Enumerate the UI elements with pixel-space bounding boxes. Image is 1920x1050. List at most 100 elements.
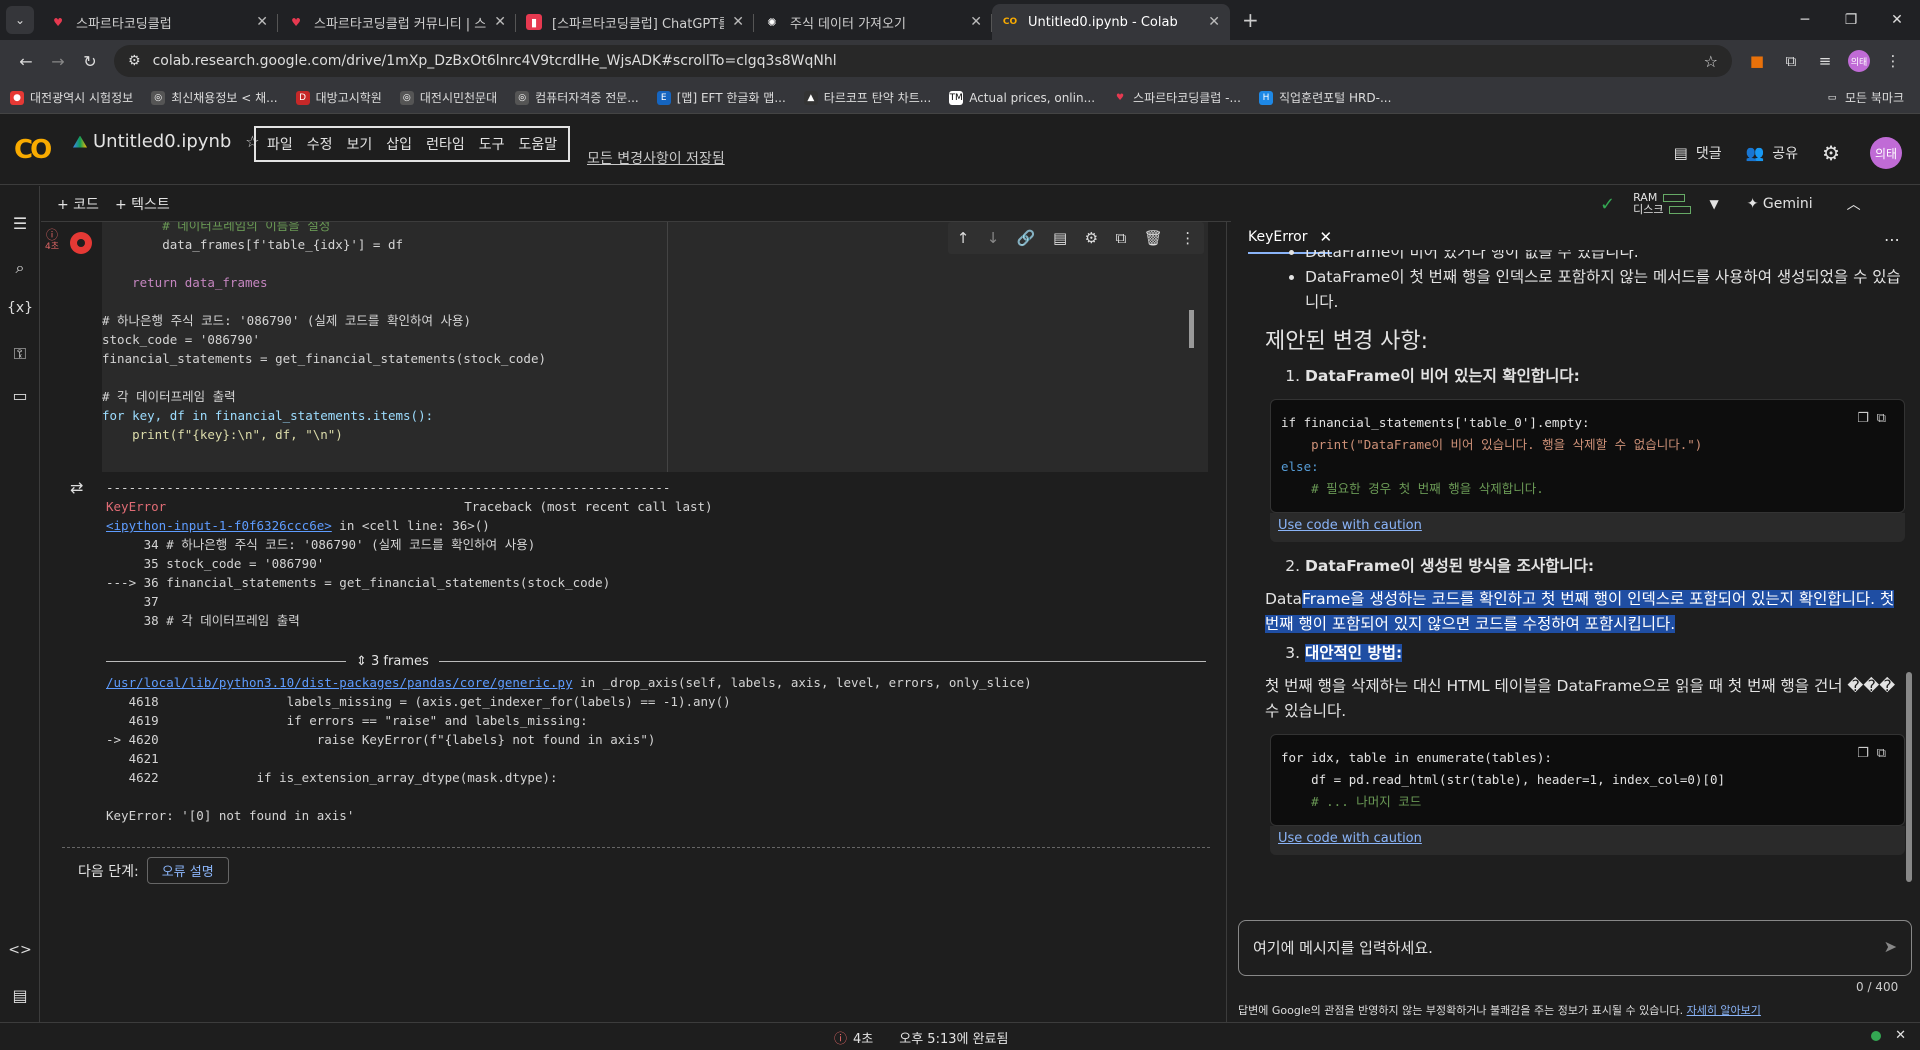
browser-tab-4[interactable]: ✺ 주식 데이터 가져오기 ✕: [754, 4, 992, 40]
comment-button[interactable]: ▤ 댓글: [1674, 143, 1722, 163]
menu-view[interactable]: 보기: [347, 134, 373, 154]
close-tab-icon[interactable]: ✕: [256, 14, 268, 30]
bookmark-item[interactable]: ● 대전광역시 시험정보: [10, 89, 133, 106]
disclaimer: 답변에 Google의 관점을 반영하지 않는 부정확하거나 불쾌감을 주는 정…: [1238, 1004, 1761, 1017]
site-info-icon[interactable]: ⚙: [128, 53, 141, 69]
bookmark-item[interactable]: ◎ 최신채용정보 < 채...: [151, 89, 278, 106]
close-window-icon[interactable]: ✕: [1874, 12, 1920, 28]
gear-icon[interactable]: ⚙: [1085, 229, 1098, 247]
reload-icon[interactable]: ↻: [74, 52, 106, 71]
bookmark-item[interactable]: ▲ 타르코프 탄약 차트...: [803, 89, 931, 106]
menu-help[interactable]: 도움말: [518, 134, 557, 154]
notebook-title[interactable]: Untitled0.ipynb ☆: [73, 131, 260, 152]
run-cell-button[interactable]: [70, 232, 92, 254]
close-tab-icon[interactable]: ✕: [494, 14, 506, 30]
extension-icon[interactable]: ■: [1740, 52, 1774, 70]
explain-error-button[interactable]: 오류 설명: [146, 857, 229, 884]
bookmark-item[interactable]: TM Actual prices, onlin...: [949, 90, 1095, 105]
chevron-up-icon[interactable]: ︿: [1847, 194, 1861, 214]
bookmark-item[interactable]: E [맵] EFT 한글화 맵...: [656, 89, 786, 106]
move-down-icon[interactable]: ↓: [987, 229, 1000, 247]
chevron-down-icon[interactable]: ▼: [1709, 197, 1718, 211]
execution-status[interactable]: ⓘ 4초 오후 5:13에 완료됨: [834, 1028, 1008, 1047]
bookmark-item[interactable]: ◎ 컴퓨터자격증 전문...: [515, 89, 639, 106]
add-text-button[interactable]: + 텍스트: [115, 194, 170, 214]
search-icon[interactable]: ⌕: [0, 258, 40, 278]
extensions-puzzle-icon[interactable]: ⧉: [1774, 52, 1808, 70]
resource-monitor[interactable]: RAM 디스크: [1633, 192, 1692, 216]
colab-logo[interactable]: CO: [14, 135, 52, 165]
save-status[interactable]: 모든 변경사항이 저장됨: [587, 148, 725, 168]
file-link[interactable]: /usr/local/lib/python3.10/dist-packages/…: [106, 675, 573, 690]
back-icon[interactable]: ←: [10, 52, 42, 71]
bookmark-item[interactable]: D 대방고시학원: [295, 89, 382, 106]
code-snippets-icon[interactable]: <>: [0, 942, 40, 958]
user-avatar[interactable]: 의태: [1870, 137, 1902, 169]
browser-tab-1[interactable]: ♥ 스파르타코딩클럽 ✕: [40, 4, 278, 40]
message-input[interactable]: 여기에 메시지를 입력하세요. ➤: [1238, 920, 1912, 976]
menu-file[interactable]: 파일: [267, 134, 293, 154]
browser-tab-3[interactable]: ▮ [스파르타코딩클럽] ChatGPT를 ✕: [516, 4, 754, 40]
mirror-cell-icon[interactable]: ⧉: [1116, 229, 1127, 247]
settings-button[interactable]: ⚙: [1822, 141, 1848, 165]
panel-more-icon[interactable]: ⋯: [1884, 230, 1900, 249]
minimize-icon[interactable]: ─: [1782, 12, 1828, 28]
close-tab-icon[interactable]: ✕: [1208, 14, 1220, 30]
bookmark-item[interactable]: ◎ 대전시민천문대: [399, 89, 497, 106]
table-of-contents-icon[interactable]: ☰: [0, 214, 40, 233]
close-icon[interactable]: ✕: [1895, 1028, 1906, 1043]
key-icon[interactable]: ⚿: [0, 344, 40, 364]
frames-expander[interactable]: ⇕ 3 frames: [106, 649, 1206, 673]
send-icon[interactable]: ➤: [1884, 937, 1897, 956]
next-step: 다음 단계: 오류 설명: [78, 857, 229, 884]
variables-icon[interactable]: {x}: [0, 300, 40, 316]
move-up-icon[interactable]: ↑: [957, 229, 970, 247]
address-bar[interactable]: ⚙ colab.research.google.com/drive/1mXp_D…: [114, 45, 1732, 77]
close-tab-icon[interactable]: ✕: [732, 14, 744, 30]
menu-runtime[interactable]: 런타임: [426, 134, 465, 154]
bookmark-item[interactable]: H 직업훈련포털 HRD-...: [1258, 89, 1391, 106]
use-code-with-caution-link[interactable]: Use code with caution: [1270, 826, 1905, 855]
status-bar: ⓘ 4초 오후 5:13에 완료됨 ✕: [0, 1022, 1920, 1050]
more-icon[interactable]: ⋮: [1180, 229, 1195, 247]
gemini-button[interactable]: ✦ Gemini: [1747, 196, 1813, 212]
panel-scrollbar[interactable]: [1906, 672, 1912, 882]
forward-icon[interactable]: →: [42, 52, 74, 71]
editor-scrollbar[interactable]: [1189, 310, 1194, 348]
colab-header: CO Untitled0.ipynb ☆ 파일 수정 보기 삽입 런타임 도구 …: [0, 115, 1920, 185]
copy-icon[interactable]: ❐⧉: [1857, 408, 1894, 430]
browser-menu-icon[interactable]: ⋮: [1876, 52, 1910, 70]
restore-icon[interactable]: ❐: [1828, 12, 1874, 28]
share-button[interactable]: 👥 공유: [1746, 143, 1798, 163]
globe-icon: ◎: [151, 90, 166, 105]
delete-icon[interactable]: 🗑: [1144, 229, 1163, 247]
close-tab-icon[interactable]: ✕: [970, 14, 982, 30]
reading-list-icon[interactable]: ≡: [1808, 52, 1842, 70]
bookmark-favicon-icon: D: [295, 90, 310, 105]
browser-tab-5[interactable]: CO Untitled0.ipynb - Colab ✕: [992, 4, 1230, 40]
profile-avatar[interactable]: 의태: [1848, 50, 1870, 72]
input-cell-link[interactable]: <ipython-input-1-f0f6326ccc6e>: [106, 518, 332, 533]
new-tab-icon[interactable]: +: [1242, 8, 1259, 32]
use-code-with-caution-link[interactable]: Use code with caution: [1270, 513, 1905, 542]
code-editor[interactable]: # 데이터프레임의 이름을 설정 data_frames[f'table_{id…: [102, 222, 668, 472]
folder-icon[interactable]: ▭: [0, 386, 40, 405]
terminal-icon[interactable]: ▤: [0, 986, 40, 1005]
comment-icon[interactable]: ▤: [1053, 229, 1067, 247]
bookmark-item[interactable]: ♥ 스파르타코딩클럽 -...: [1113, 89, 1241, 106]
output-toggle-icon[interactable]: ⇄: [70, 478, 83, 497]
browser-tab-2[interactable]: ♥ 스파르타코딩클럽 커뮤니티 | 스 ✕: [278, 4, 516, 40]
menu-insert[interactable]: 삽입: [386, 134, 412, 154]
bookmark-star-icon[interactable]: ☆: [1704, 52, 1718, 71]
all-bookmarks[interactable]: ▭ 모든 북마크: [1825, 89, 1904, 106]
copy-icon[interactable]: ❐⧉: [1857, 743, 1894, 765]
cell-toolbar: ↑ ↓ 🔗 ▤ ⚙ ⧉ 🗑 ⋮: [948, 222, 1204, 254]
gear-icon: ⚙: [1822, 141, 1840, 165]
add-code-button[interactable]: + 코드: [57, 194, 99, 214]
tab-search-icon[interactable]: ⌄: [6, 6, 34, 34]
close-icon[interactable]: ✕: [1320, 228, 1333, 246]
link-icon[interactable]: 🔗: [1017, 229, 1036, 247]
menu-edit[interactable]: 수정: [307, 134, 333, 154]
menu-tools[interactable]: 도구: [479, 134, 505, 154]
learn-more-link[interactable]: 자세히 알아보기: [1687, 1004, 1761, 1017]
